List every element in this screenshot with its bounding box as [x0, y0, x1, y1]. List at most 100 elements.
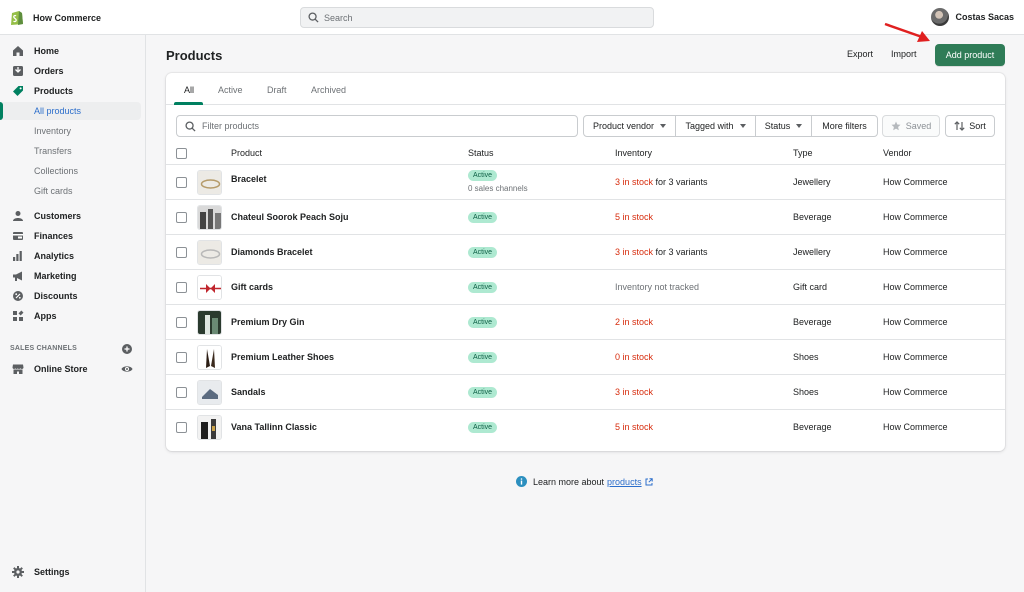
- sales-channels-text: 0 sales channels: [468, 184, 528, 193]
- inventory-text: 5 in stock: [615, 422, 654, 432]
- active-tab-indicator: [174, 102, 203, 105]
- sidebar-item-analytics[interactable]: Analytics: [0, 247, 146, 265]
- import-button[interactable]: Import: [891, 49, 917, 59]
- row-checkbox[interactable]: [176, 282, 187, 293]
- annotation-arrow-icon: [884, 22, 930, 42]
- inventory-text: 3 in stock for 3 variants: [615, 177, 708, 187]
- view-store-eye-icon[interactable]: [121, 364, 133, 374]
- analytics-icon: [13, 251, 22, 261]
- tab-draft[interactable]: Draft: [267, 85, 287, 95]
- sidebar-item-settings[interactable]: Settings: [0, 563, 146, 581]
- inventory-text: 3 in stock: [615, 387, 654, 397]
- sidebar-subitem-transfers[interactable]: Transfers: [0, 142, 141, 160]
- type-text: Shoes: [793, 352, 819, 362]
- table-row[interactable]: Premium Leather Shoes Active 0 in stock …: [166, 340, 1005, 375]
- column-header-inventory: Inventory: [615, 148, 653, 158]
- status-badge: Active: [468, 387, 498, 398]
- sidebar-subitem-inventory[interactable]: Inventory: [0, 122, 141, 140]
- store-name: How Commerce: [33, 12, 102, 23]
- sidebar-item-discounts[interactable]: Discounts: [0, 287, 146, 305]
- table-row[interactable]: Chateul Soorok Peach Soju Active 5 in st…: [166, 200, 1005, 235]
- status-filter[interactable]: Status: [755, 115, 812, 137]
- product-name-link[interactable]: Premium Dry Gin: [231, 317, 305, 327]
- select-all-checkbox[interactable]: [176, 148, 187, 159]
- sidebar-item-apps[interactable]: Apps: [0, 307, 146, 325]
- search-icon: [185, 120, 196, 132]
- sidebar-item-label: Online Store: [34, 364, 88, 374]
- status-badge: Active: [468, 422, 498, 433]
- product-thumbnail: [197, 415, 222, 440]
- products-help-link[interactable]: products: [607, 477, 642, 487]
- shopify-logo-icon: [11, 11, 23, 25]
- saved-label: Saved: [905, 121, 932, 131]
- sort-label: Sort: [969, 121, 986, 131]
- products-card: All Active Draft Archived Filter product…: [166, 73, 1005, 451]
- export-button[interactable]: Export: [847, 49, 873, 59]
- row-checkbox[interactable]: [176, 352, 187, 363]
- table-row[interactable]: Gift cards Active Inventory not tracked …: [166, 270, 1005, 305]
- table-row[interactable]: Vana Tallinn Classic Active 5 in stock B…: [166, 410, 1005, 445]
- sidebar-item-finances[interactable]: Finances: [0, 227, 146, 245]
- finances-icon: [13, 232, 23, 240]
- sidebar-item-home[interactable]: Home: [0, 42, 146, 60]
- star-icon: [891, 121, 901, 131]
- search-placeholder: Search: [324, 12, 353, 23]
- sort-button[interactable]: Sort: [945, 115, 995, 137]
- tagged-with-filter[interactable]: Tagged with: [675, 115, 756, 137]
- page-title: Products: [166, 48, 223, 63]
- tab-archived[interactable]: Archived: [311, 85, 346, 95]
- status-badge: Active: [468, 317, 498, 328]
- product-thumbnail: [197, 380, 222, 405]
- product-name-link[interactable]: Bracelet: [231, 174, 267, 184]
- sidebar-subitem-gift-cards[interactable]: Gift cards: [0, 182, 141, 200]
- sidebar-item-customers[interactable]: Customers: [0, 207, 146, 225]
- product-name-link[interactable]: Diamonds Bracelet: [231, 247, 313, 257]
- product-name-link[interactable]: Sandals: [231, 387, 266, 397]
- row-checkbox[interactable]: [176, 422, 187, 433]
- type-text: Beverage: [793, 212, 832, 222]
- saved-button[interactable]: Saved: [882, 115, 940, 137]
- column-header-status: Status: [468, 148, 494, 158]
- sidebar-item-orders[interactable]: Orders: [0, 62, 146, 80]
- product-thumbnail: [197, 240, 222, 265]
- filter-label: Status: [764, 121, 791, 131]
- more-filters-button[interactable]: More filters: [811, 115, 878, 137]
- add-sales-channel-icon[interactable]: [122, 344, 132, 354]
- filter-products-input[interactable]: Filter products: [176, 115, 578, 137]
- user-name: Costas Sacas: [955, 12, 1014, 22]
- product-name-link[interactable]: Gift cards: [231, 282, 273, 292]
- status-badge: Active: [468, 247, 498, 258]
- product-name-link[interactable]: Chateul Soorok Peach Soju: [231, 212, 349, 222]
- row-checkbox[interactable]: [176, 387, 187, 398]
- sidebar-item-products[interactable]: Products: [0, 82, 146, 100]
- learn-more-note: Learn more about products: [516, 476, 653, 487]
- row-checkbox[interactable]: [176, 317, 187, 328]
- store-brand[interactable]: How Commerce: [10, 9, 101, 26]
- sidebar-subitem-label: All products: [34, 106, 82, 116]
- product-vendor-filter[interactable]: Product vendor: [583, 115, 676, 137]
- row-checkbox[interactable]: [176, 247, 187, 258]
- tab-all[interactable]: All: [184, 85, 194, 95]
- external-link-icon: [645, 477, 653, 485]
- user-menu[interactable]: Costas Sacas: [931, 8, 1014, 26]
- add-product-button[interactable]: Add product: [935, 44, 1005, 66]
- vendor-text: How Commerce: [883, 317, 948, 327]
- table-row[interactable]: Sandals Active 3 in stock Shoes How Comm…: [166, 375, 1005, 410]
- table-row[interactable]: Bracelet Active 0 sales channels 3 in st…: [166, 165, 1005, 200]
- top-bar: How Commerce Search Costas Sacas: [0, 0, 1024, 35]
- table-row[interactable]: Premium Dry Gin Active 2 in stock Bevera…: [166, 305, 1005, 340]
- person-icon: [13, 211, 23, 221]
- global-search-input[interactable]: Search: [300, 7, 654, 28]
- row-checkbox[interactable]: [176, 212, 187, 223]
- product-name-link[interactable]: Premium Leather Shoes: [231, 352, 334, 362]
- sidebar-subitem-label: Collections: [34, 166, 79, 176]
- column-header-product: Product: [231, 148, 263, 158]
- table-row[interactable]: Diamonds Bracelet Active 3 in stock for …: [166, 235, 1005, 270]
- sidebar-subitem-all-products[interactable]: All products: [0, 102, 141, 120]
- tab-active[interactable]: Active: [218, 85, 243, 95]
- sidebar-item-marketing[interactable]: Marketing: [0, 267, 146, 285]
- type-text: Jewellery: [793, 247, 831, 257]
- product-name-link[interactable]: Vana Tallinn Classic: [231, 422, 317, 432]
- row-checkbox[interactable]: [176, 177, 187, 188]
- sidebar-subitem-collections[interactable]: Collections: [0, 162, 141, 180]
